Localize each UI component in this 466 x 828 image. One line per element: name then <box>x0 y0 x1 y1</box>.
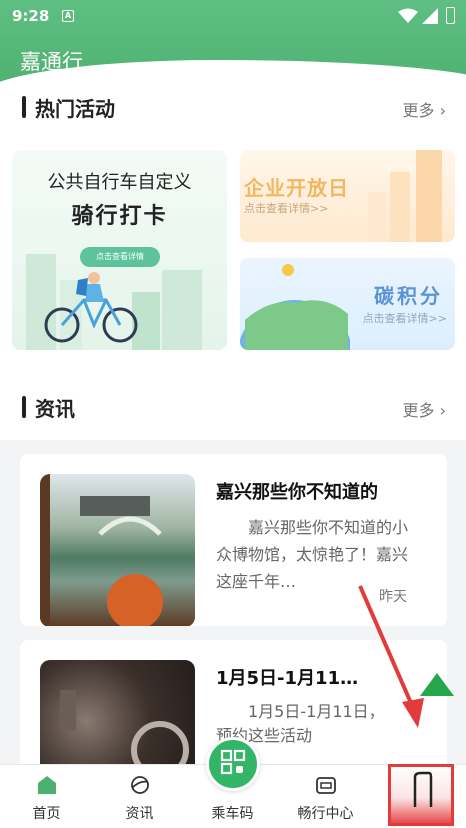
hot-more-link[interactable]: 更多 › <box>403 97 447 121</box>
carbon-points-banner[interactable]: 碳积分 点击查看详情>> <box>240 258 455 350</box>
tab-travel-center[interactable]: 畅行中心 <box>279 765 372 828</box>
banner-line1: 公共自行车自定义 <box>47 172 192 193</box>
app-title: 嘉通行 <box>20 50 83 74</box>
tab-label: 畅行中心 <box>297 806 354 822</box>
news-headline: 嘉兴那些你不知道的 <box>216 482 378 503</box>
hot-activities-header: 热门活动 更多 › <box>22 92 446 122</box>
cyclist-illustration <box>44 272 138 343</box>
news-header: 资讯 更多 › <box>22 392 446 422</box>
ride-code-button[interactable] <box>206 737 260 791</box>
carbon-sub: 点击查看详情>> <box>362 312 447 325</box>
news-headline: 1月5日-1月11… <box>216 668 359 689</box>
status-bar: 9:28 A <box>0 0 466 32</box>
carbon-title: 碳积分 <box>374 284 443 308</box>
section-title: 热门活动 <box>35 97 115 121</box>
tab-label: 首页 <box>32 806 61 822</box>
bike-checkin-banner[interactable]: 公共自行车自定义 骑行打卡 点击查看详情 <box>12 150 227 350</box>
enterprise-open-day-banner[interactable]: 企业开放日 点击查看详情>> <box>240 150 455 242</box>
planet-icon <box>131 776 149 794</box>
globe-illustration <box>240 264 350 350</box>
wifi-icon <box>398 8 418 23</box>
tab-label: 资讯 <box>125 806 154 822</box>
battery-icon <box>446 7 455 24</box>
ticket-icon <box>316 777 336 794</box>
status-time: 9:28 <box>12 7 50 25</box>
tab-label: 乘车码 <box>211 806 254 822</box>
section-marker <box>22 396 26 418</box>
banner-line2: 骑行打卡 <box>71 204 168 229</box>
banner-details-pill[interactable]: 点击查看详情 <box>80 247 160 267</box>
highlight-box-profile <box>388 764 454 826</box>
tab-home[interactable]: 首页 <box>0 765 93 828</box>
news-more-link[interactable]: 更多 › <box>403 397 447 421</box>
news-thumbnail <box>40 474 195 626</box>
enterprise-title: 企业开放日 <box>244 176 349 200</box>
news-thumbnail <box>40 660 195 780</box>
qr-code-icon <box>220 749 246 775</box>
enterprise-sub: 点击查看详情>> <box>244 202 329 215</box>
tab-news[interactable]: 资讯 <box>93 765 186 828</box>
annotation-arrow <box>358 585 424 728</box>
app-header: 9:28 A 嘉通行 <box>0 0 466 92</box>
profile-icon <box>413 771 433 807</box>
section-marker <box>22 96 26 118</box>
notification-a-icon: A <box>62 10 74 22</box>
section-title: 资讯 <box>35 397 75 421</box>
signal-icon <box>422 8 438 24</box>
home-icon <box>38 776 56 794</box>
